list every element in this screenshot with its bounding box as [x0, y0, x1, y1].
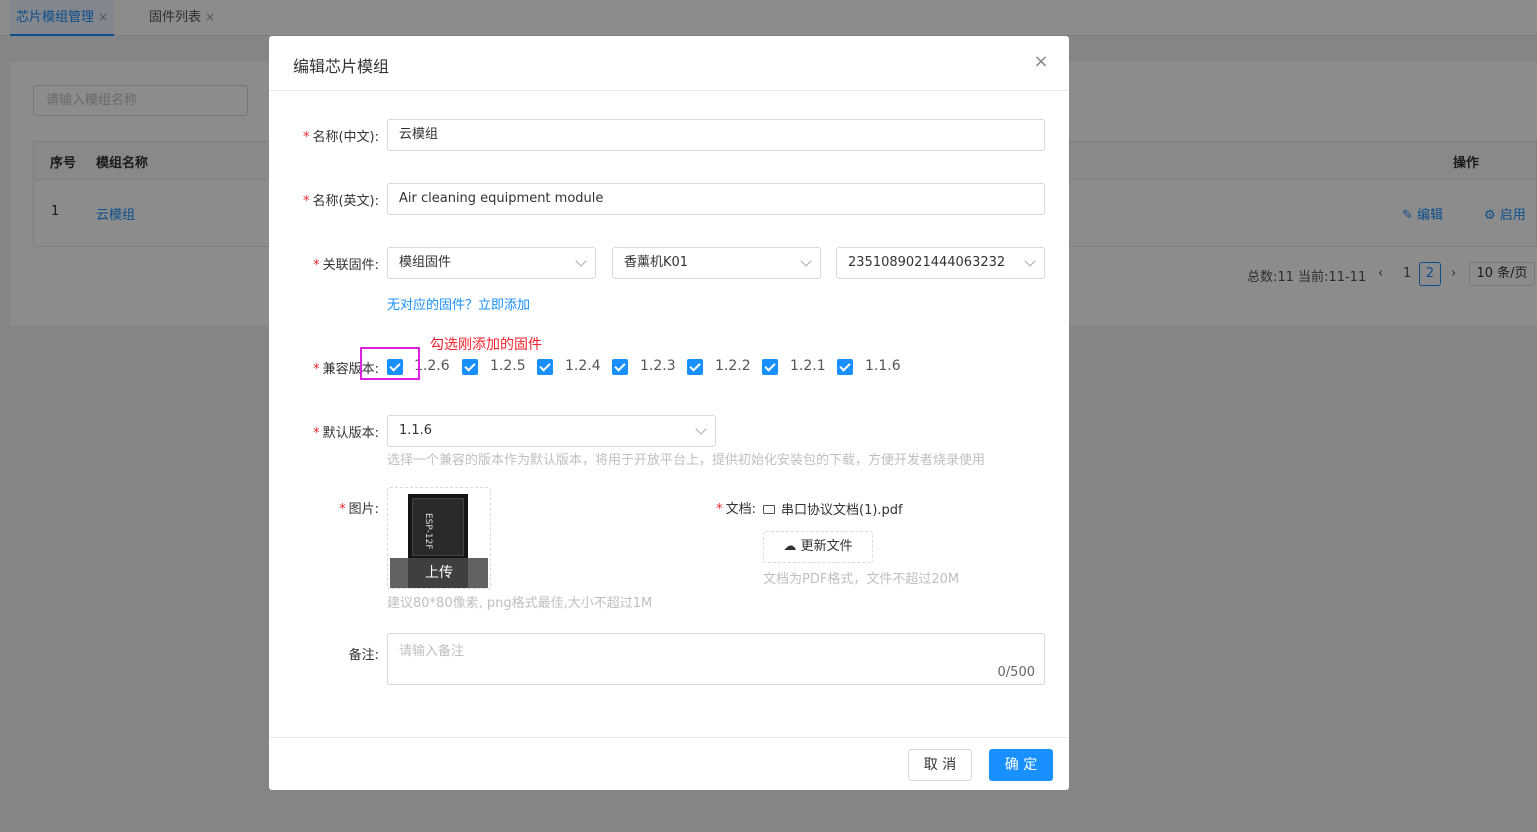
dialog-header: 编辑芯片模组 × — [269, 36, 1069, 91]
cancel-button[interactable]: 取 消 — [908, 749, 972, 781]
update-file-label: 更新文件 — [800, 539, 853, 554]
char-counter: 0/500 — [997, 665, 1035, 680]
firmware-product-select[interactable]: 香薰机K01 — [612, 247, 821, 279]
folder-icon — [763, 505, 775, 514]
default-version-label: * 默认版本: — [313, 426, 379, 441]
version-label: 1.2.4 — [565, 358, 601, 374]
close-icon[interactable]: × — [1031, 52, 1051, 72]
remark-label: 备注: — [348, 648, 379, 663]
default-version-select[interactable]: 1.1.6 — [387, 415, 716, 447]
name-en-label: * 名称(英文): — [302, 194, 379, 209]
version-label: 1.2.3 — [640, 358, 676, 374]
document-file[interactable]: 串口协议文档(1).pdf — [763, 499, 903, 518]
firmware-label: * 关联固件: — [313, 258, 379, 273]
dialog-footer: 取 消 确 定 — [269, 737, 1069, 790]
select-value: 模组固件 — [399, 255, 452, 270]
document-label: * 文档: — [716, 502, 756, 517]
upload-cloud-icon: ☁ — [783, 539, 801, 554]
ok-button[interactable]: 确 定 — [989, 749, 1053, 781]
select-value: 1.1.6 — [399, 423, 433, 438]
name-en-input[interactable]: Air cleaning equipment module — [387, 183, 1045, 215]
document-file-name: 串口协议文档(1).pdf — [781, 503, 903, 518]
firmware-id-select[interactable]: 2351089021444063232 — [836, 247, 1045, 279]
chevron-down-icon — [575, 255, 587, 267]
name-cn-input[interactable]: 云模组 — [387, 119, 1045, 151]
annotation-text: 勾选刚添加的固件 — [430, 337, 542, 353]
default-version-hint: 选择一个兼容的版本作为默认版本，将用于开放平台上，提供初始化安装包的下载，方便开… — [387, 453, 986, 468]
remark-placeholder: 请输入备注 — [399, 644, 465, 659]
version-checkbox[interactable] — [837, 359, 853, 375]
select-value: 2351089021444063232 — [848, 255, 1006, 270]
chevron-down-icon — [800, 255, 812, 267]
version-label: 1.2.5 — [490, 358, 526, 374]
name-cn-label: * 名称(中文): — [302, 130, 379, 145]
version-checkbox[interactable] — [762, 359, 778, 375]
image-label: * 图片: — [339, 502, 379, 517]
image-upload[interactable]: ESP-12F 上传 — [387, 487, 491, 589]
firmware-type-select[interactable]: 模组固件 — [387, 247, 596, 279]
version-label: 1.2.2 — [715, 358, 751, 374]
upload-button[interactable]: 上传 — [390, 558, 488, 588]
select-value: 香薰机K01 — [624, 255, 689, 270]
chevron-down-icon — [695, 423, 707, 435]
version-checkbox[interactable] — [687, 359, 703, 375]
dialog-title: 编辑芯片模组 — [293, 57, 390, 76]
image-hint: 建议80*80像素, png格式最佳,大小不超过1M — [387, 596, 653, 611]
highlight-box — [360, 347, 420, 380]
version-checkbox[interactable] — [612, 359, 628, 375]
remark-textarea[interactable]: 请输入备注 0/500 — [387, 633, 1045, 685]
version-checkbox[interactable] — [537, 359, 553, 375]
version-label: 1.1.6 — [865, 358, 901, 374]
chip-shield: ESP-12F — [412, 498, 464, 556]
chip-text: ESP-12F — [423, 513, 433, 550]
version-label: 1.2.1 — [790, 358, 826, 374]
version-checkbox[interactable] — [462, 359, 478, 375]
edit-module-dialog: 编辑芯片模组 × * 名称(中文): 云模组 * 名称(英文): Air clean… — [269, 36, 1069, 790]
update-file-button[interactable]: ☁ 更新文件 — [763, 531, 873, 563]
chevron-down-icon — [1024, 255, 1036, 267]
add-firmware-link[interactable]: 无对应的固件？立即添加 — [387, 294, 530, 313]
document-hint: 文档为PDF格式，文件不超过20M — [763, 572, 960, 587]
